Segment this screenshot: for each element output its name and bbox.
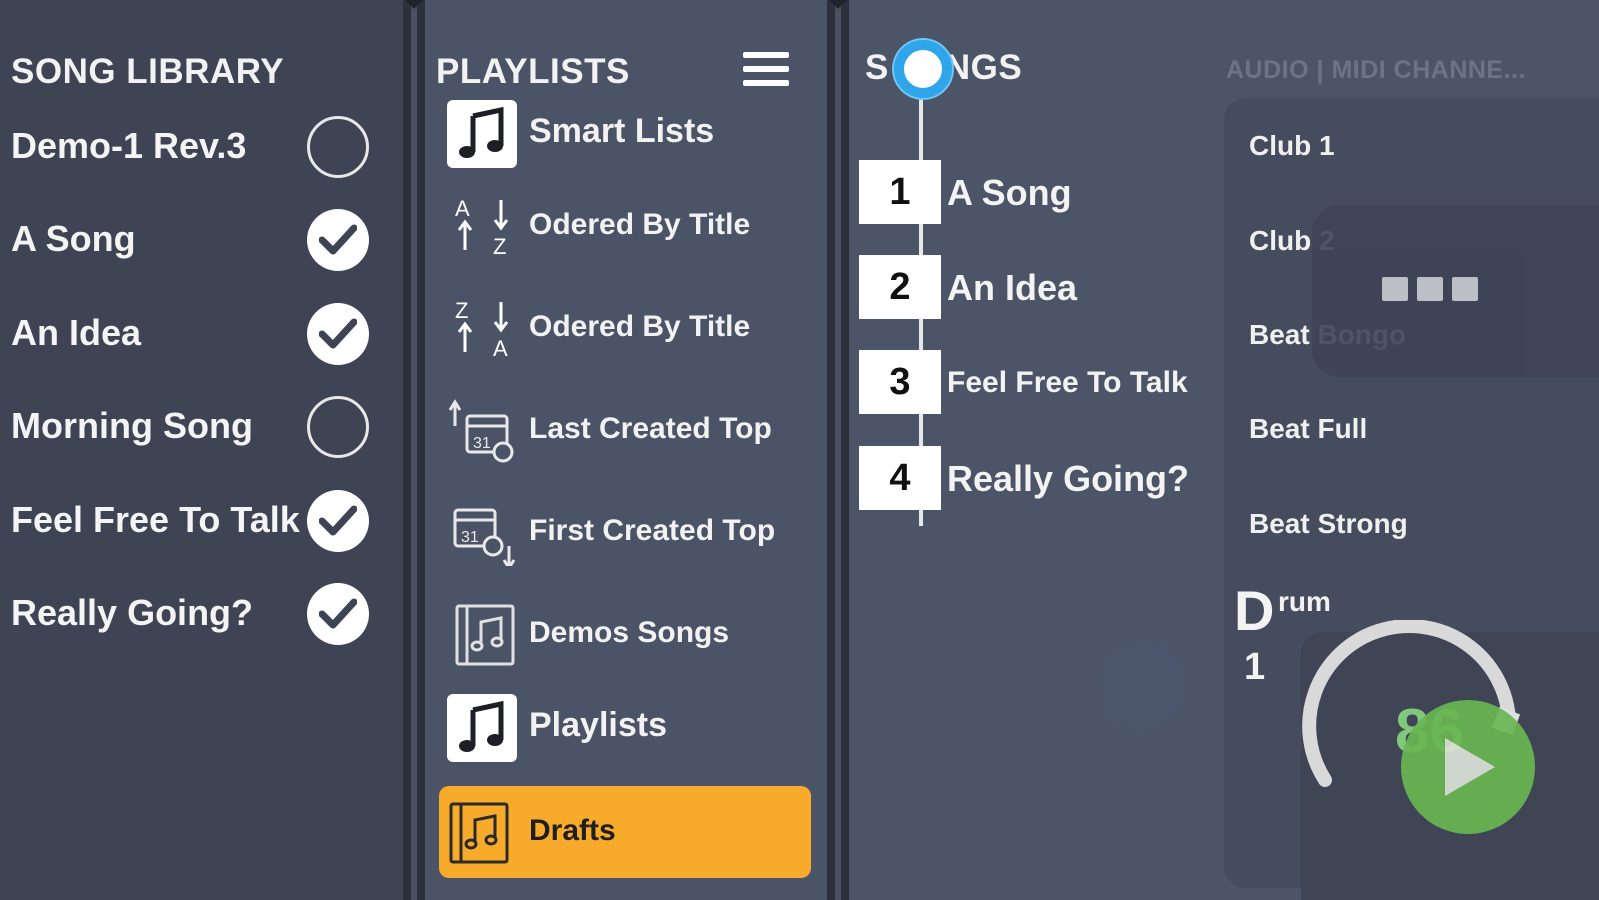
song-row[interactable]: 2 An Idea bbox=[859, 255, 1219, 319]
song-title: Feel Free To Talk bbox=[947, 366, 1188, 399]
library-item-name: A Song bbox=[11, 218, 136, 259]
channel-item[interactable]: Beat Strong bbox=[1249, 508, 1408, 540]
library-item[interactable]: An Idea bbox=[0, 292, 403, 372]
unchecked-circle-icon[interactable] bbox=[307, 396, 369, 458]
library-item[interactable]: Morning Song bbox=[0, 385, 403, 465]
playlist-label: Last Created Top bbox=[529, 412, 772, 445]
playlist-label: Playlists bbox=[529, 706, 667, 744]
playlist-item[interactable]: ZA Odered By Title bbox=[439, 282, 811, 374]
play-icon bbox=[1445, 738, 1495, 796]
song-title: A Song bbox=[947, 172, 1072, 213]
playlist-label: Smart Lists bbox=[529, 112, 715, 150]
playlist-section-playlists[interactable]: Playlists bbox=[439, 682, 811, 774]
song-row[interactable]: 4 Really Going? bbox=[859, 446, 1219, 510]
playlist-icon bbox=[447, 600, 517, 668]
svg-text:Z: Z bbox=[493, 234, 506, 259]
playlist-label: Demos Songs bbox=[529, 616, 730, 649]
channel-item[interactable]: Club 1 bbox=[1249, 130, 1335, 162]
song-number: 3 bbox=[859, 350, 941, 414]
library-item-name: An Idea bbox=[11, 312, 142, 353]
songs-pane: S NGS 1 A Song 2 An Idea 3 Feel Free To T… bbox=[849, 0, 1599, 900]
playlist-icon bbox=[447, 798, 517, 866]
svg-text:31: 31 bbox=[473, 435, 491, 452]
library-item[interactable]: Feel Free To Talk bbox=[0, 479, 403, 559]
playlist-section-smart-lists[interactable]: Smart Lists bbox=[439, 88, 811, 180]
song-title: An Idea bbox=[947, 267, 1078, 308]
playlist-label: Odered By Title bbox=[529, 208, 751, 241]
calendar-up-icon: 31 bbox=[447, 396, 517, 464]
music-note-icon bbox=[447, 100, 517, 168]
library-item[interactable]: Really Going? bbox=[0, 572, 403, 652]
calendar-down-icon: 31 bbox=[447, 498, 517, 571]
playlists-pane: PLAYLISTS Smart Lists AZ Odered By Title… bbox=[425, 0, 827, 900]
more-dots-icon[interactable] bbox=[1382, 277, 1487, 306]
song-library-title: SONG LIBRARY bbox=[11, 52, 285, 91]
ghost-circle-button[interactable] bbox=[1097, 640, 1187, 730]
library-item-name: Really Going? bbox=[11, 592, 254, 633]
song-number: 4 bbox=[859, 446, 941, 510]
playlist-label: Drafts bbox=[529, 814, 616, 847]
library-item-name: Morning Song bbox=[11, 405, 253, 446]
handle-bar bbox=[835, 0, 841, 900]
sort-a-to-z-icon: AZ bbox=[447, 192, 517, 260]
playlist-item[interactable]: Demos Songs bbox=[439, 588, 811, 680]
svg-text:A: A bbox=[455, 196, 470, 221]
svg-text:A: A bbox=[493, 336, 508, 361]
channels-header: AUDIO | MIDI CHANNE... bbox=[1226, 56, 1526, 84]
drum-number: 1 bbox=[1244, 646, 1266, 688]
playlist-item[interactable]: 31 First Created Top bbox=[439, 486, 811, 578]
playlist-item[interactable]: AZ Odered By Title bbox=[439, 180, 811, 272]
playlist-label: First Created Top bbox=[529, 514, 776, 547]
pane-resize-handle[interactable] bbox=[827, 0, 849, 900]
library-item[interactable]: Demo-1 Rev.3 bbox=[0, 105, 403, 185]
sort-z-to-a-icon: ZA bbox=[447, 294, 517, 362]
channel-item[interactable]: Beat Full bbox=[1249, 413, 1367, 445]
playlist-label: Odered By Title bbox=[529, 310, 751, 343]
checkmark-circle-icon[interactable] bbox=[307, 209, 369, 271]
checkmark-circle-icon[interactable] bbox=[307, 490, 369, 552]
playlist-item-drafts[interactable]: Drafts bbox=[439, 786, 811, 878]
handle-notch bbox=[828, 0, 848, 9]
playlist-item[interactable]: 31 Last Created Top bbox=[439, 384, 811, 476]
library-item-name: Demo-1 Rev.3 bbox=[11, 125, 247, 166]
pane-resize-handle[interactable] bbox=[403, 0, 425, 900]
checkmark-circle-icon[interactable] bbox=[307, 303, 369, 365]
hamburger-menu-icon[interactable] bbox=[743, 52, 789, 92]
library-item-name: Feel Free To Talk bbox=[11, 499, 300, 540]
svg-text:Z: Z bbox=[455, 298, 468, 323]
song-number: 2 bbox=[859, 255, 941, 319]
svg-text:31: 31 bbox=[461, 529, 479, 546]
checkmark-circle-icon[interactable] bbox=[307, 583, 369, 645]
more-options-popover[interactable] bbox=[1312, 205, 1599, 377]
play-button[interactable] bbox=[1401, 700, 1535, 834]
unchecked-circle-icon[interactable] bbox=[307, 116, 369, 178]
drum-label-initial: D bbox=[1234, 579, 1275, 642]
timeline-marker-icon[interactable] bbox=[894, 40, 952, 98]
drum-label-rest: rum bbox=[1278, 586, 1331, 617]
music-note-icon bbox=[447, 694, 517, 762]
song-number: 1 bbox=[859, 160, 941, 224]
song-library-pane: SONG LIBRARY Demo-1 Rev.3 A Song An Idea… bbox=[0, 0, 403, 900]
handle-notch bbox=[404, 0, 424, 9]
song-row[interactable]: 3 Feel Free To Talk bbox=[859, 350, 1219, 414]
library-item[interactable]: A Song bbox=[0, 198, 403, 278]
playlists-title: PLAYLISTS bbox=[436, 52, 630, 91]
songs-title-first-letter: S bbox=[865, 48, 889, 87]
song-title: Really Going? bbox=[947, 458, 1190, 499]
songs-title-rest: NGS bbox=[944, 48, 1023, 87]
song-row[interactable]: 1 A Song bbox=[859, 160, 1219, 224]
handle-bar bbox=[411, 0, 417, 900]
